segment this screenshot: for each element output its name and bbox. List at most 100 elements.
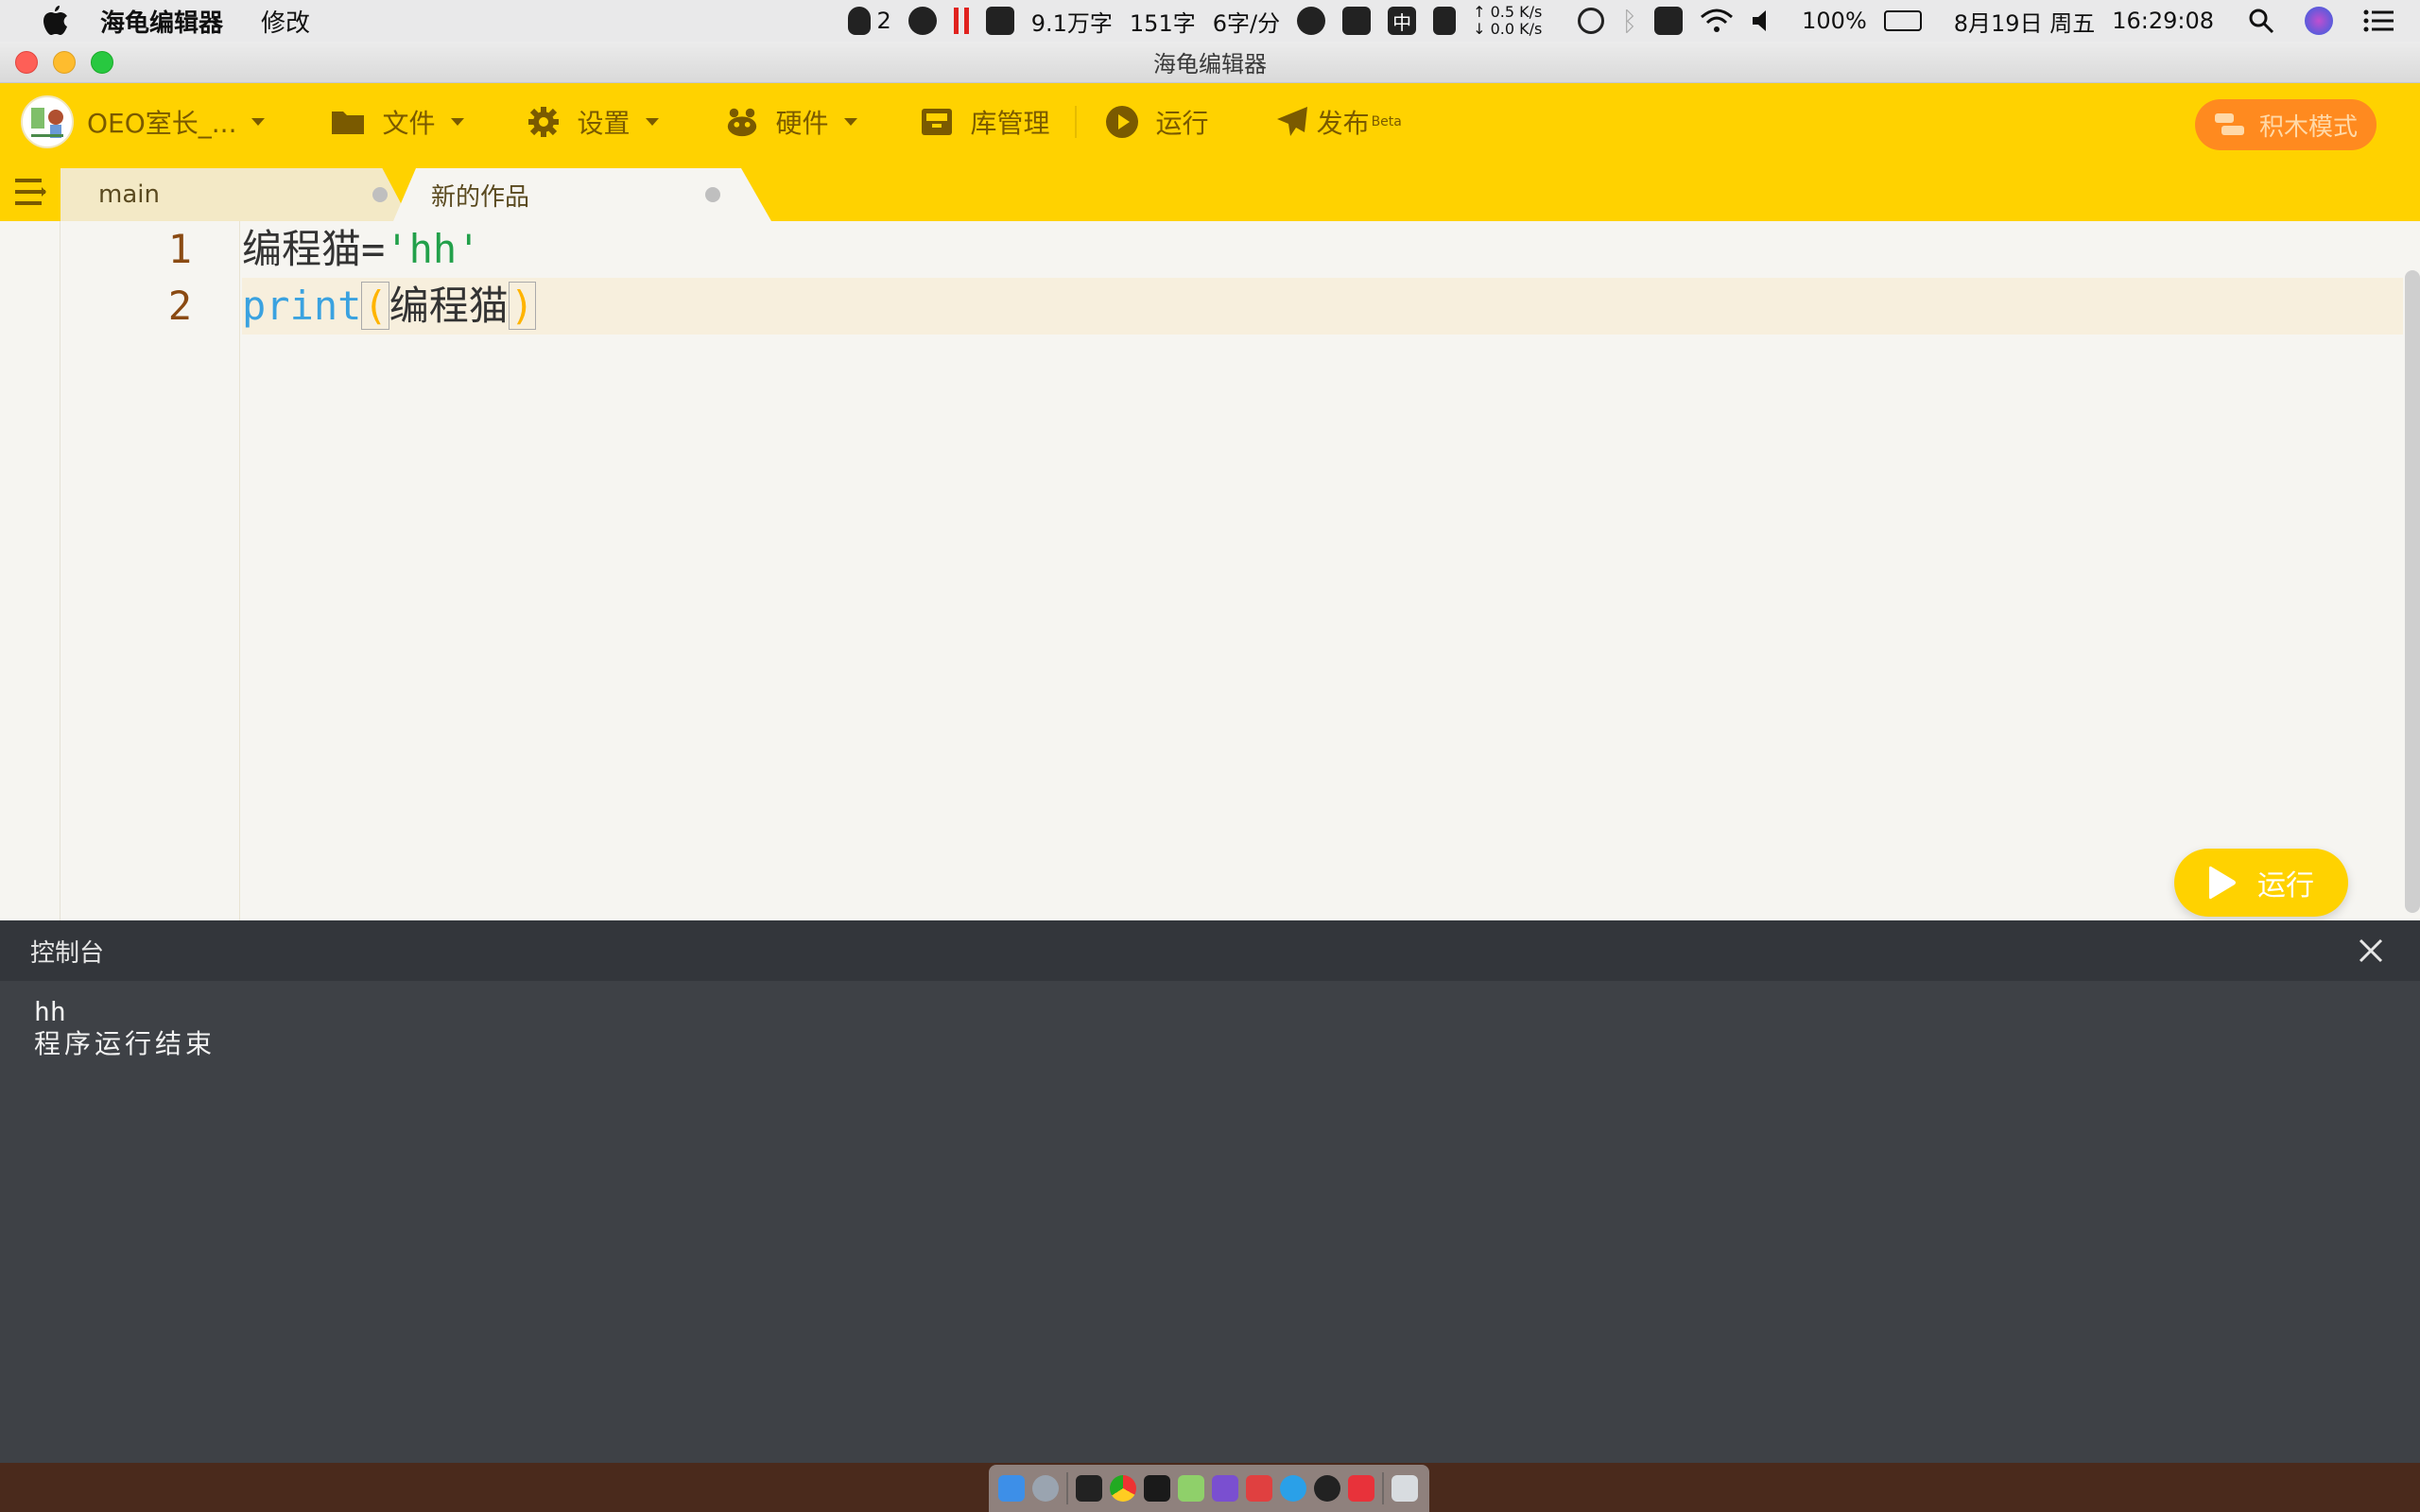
translate-app-icon[interactable]: [1280, 1475, 1306, 1502]
emoji-icon: [1297, 7, 1326, 35]
window-zoom-button[interactable]: [91, 50, 113, 74]
code-token: (: [361, 282, 389, 330]
settings-menu-label: 设置: [577, 108, 631, 139]
file-menu-label: 文件: [382, 108, 436, 139]
wifi-status[interactable]: [1700, 8, 1734, 34]
code-line-1[interactable]: 编程猫='hh': [242, 221, 480, 278]
code-token: 'hh': [385, 226, 481, 272]
launchpad-icon[interactable]: [1032, 1475, 1059, 1502]
chrome-icon[interactable]: [1110, 1475, 1136, 1502]
editor-scrollbar[interactable]: [2405, 270, 2420, 913]
code-token: print: [242, 283, 362, 329]
file-tab-bar: main 新的作品: [0, 161, 2420, 221]
traffic-lights: [15, 50, 113, 74]
inbox-icon: [920, 105, 954, 139]
code-text-area[interactable]: 编程猫='hh' print(编程猫): [242, 221, 2420, 920]
mic-status[interactable]: [1342, 7, 1372, 35]
turtle-editor-icon[interactable]: [1178, 1475, 1204, 1502]
toolbar-divider: [1074, 106, 1077, 138]
net-up: ↑ 0.5 K/s: [1473, 3, 1543, 21]
tab-close-dot[interactable]: [372, 187, 388, 202]
network-speed: ↑ 0.5 K/s ↓ 0.0 K/s: [1473, 4, 1542, 38]
user-menu[interactable]: OEO室长_...: [87, 103, 266, 141]
user-avatar[interactable]: [21, 95, 74, 148]
battery-icon: [1883, 10, 1922, 31]
hardware-menu-label: 硬件: [775, 108, 829, 139]
dock-divider: [1382, 1472, 1384, 1504]
console-title: 控制台: [30, 938, 105, 968]
activity-monitor-icon[interactable]: [1144, 1475, 1170, 1502]
menu-toggle-icon[interactable]: [13, 176, 47, 208]
shield-status[interactable]: [1433, 7, 1457, 35]
block-mode-button[interactable]: 积木模式: [2195, 99, 2377, 150]
file-menu[interactable]: 文件: [331, 103, 464, 141]
volume-status[interactable]: [1751, 9, 1773, 33]
publish-beta-tag: Beta: [1371, 114, 1402, 129]
menu-edit[interactable]: 修改: [261, 4, 310, 39]
battery-status[interactable]: [1883, 10, 1922, 31]
sogou-status[interactable]: [1654, 7, 1684, 35]
apple-icon[interactable]: [38, 4, 72, 38]
settings-menu[interactable]: 设置: [527, 103, 659, 141]
notification-center[interactable]: [2363, 9, 2394, 32]
window-close-button[interactable]: [15, 50, 38, 74]
window-minimize-button[interactable]: [53, 50, 76, 74]
run-button-label: 运行: [2257, 869, 2314, 902]
hardware-menu[interactable]: 硬件: [725, 103, 857, 141]
main-toolbar: OEO室长_... 文件 设置 硬件 库管理 运行 发布 Beta 积木模式: [0, 83, 2420, 161]
dock-divider: [1066, 1472, 1068, 1504]
gear-icon: [527, 105, 561, 139]
siri-status[interactable]: [2305, 7, 2333, 35]
spotlight-status[interactable]: [2248, 8, 2274, 34]
tab-close-dot[interactable]: [705, 187, 720, 202]
clock-date[interactable]: 8月19日 周五: [1954, 5, 2095, 38]
translate-status[interactable]: [908, 7, 937, 35]
bluetooth-status[interactable]: ᛒ: [1621, 6, 1637, 37]
app-icon[interactable]: [1246, 1475, 1272, 1502]
library-manager-label: 库管理: [970, 108, 1050, 139]
line-number: 2: [167, 283, 192, 329]
clock-time[interactable]: 16:29:08: [2112, 8, 2214, 34]
tab-main-label: main: [98, 180, 160, 209]
emoji-status[interactable]: [1297, 7, 1326, 35]
code-editor[interactable]: 1 2 编程猫='hh' print(编程猫) 运行: [0, 221, 2420, 920]
macos-dock: [989, 1465, 1429, 1512]
visual-studio-icon[interactable]: [1212, 1475, 1238, 1502]
qq-app-icon[interactable]: [1314, 1475, 1340, 1502]
time-machine-status[interactable]: [1578, 8, 1605, 34]
wps-icon[interactable]: [1348, 1475, 1374, 1502]
pause-icon: [953, 8, 969, 34]
play-icon: [2208, 865, 2237, 901]
trash-icon[interactable]: [1392, 1475, 1418, 1502]
editor-window: 海龟编辑器 OEO室长_... 文件 设置 硬件 库管理 运行 发布 Beta …: [0, 42, 2420, 1463]
siri-icon: [2305, 7, 2333, 35]
qq-status[interactable]: 2: [848, 7, 891, 35]
blocks-icon: [2214, 112, 2246, 138]
ime-status[interactable]: 中: [1388, 7, 1417, 35]
line-number-gutter: 1 2: [60, 221, 240, 920]
chevron-down-icon: [645, 118, 659, 126]
console-output[interactable]: hh 程序运行结束: [0, 981, 2420, 1075]
code-token: 编程猫: [242, 226, 362, 272]
terminal-icon[interactable]: [1076, 1475, 1102, 1502]
window-titlebar[interactable]: 海龟编辑器: [0, 42, 2420, 83]
run-button[interactable]: 运行: [2174, 849, 2348, 917]
speaker-icon: [1753, 10, 1767, 31]
menu-app-name[interactable]: 海龟编辑器: [100, 4, 223, 39]
close-icon[interactable]: [2358, 937, 2384, 964]
line-number: 1: [167, 226, 192, 272]
status-area: 2 9.1万字 151字 6字/分 中 ↑ 0.5 K/s ↓ 0.0 K/s …: [848, 0, 2420, 42]
code-line-2[interactable]: print(编程猫): [242, 278, 537, 335]
tab-main[interactable]: main: [60, 168, 410, 221]
play-circle-icon: [1105, 105, 1139, 139]
recording-status[interactable]: [953, 8, 969, 34]
console-header: 控制台: [0, 920, 2420, 981]
tab-new-work[interactable]: 新的作品: [393, 168, 771, 221]
stats-status[interactable]: [985, 7, 1014, 35]
code-token: ): [508, 282, 537, 330]
finder-icon[interactable]: [998, 1475, 1025, 1502]
library-manager-button[interactable]: 库管理: [920, 103, 1050, 141]
clock-history-icon: [1578, 8, 1605, 34]
publish-button[interactable]: 发布 Beta: [1275, 103, 1402, 141]
run-button-toolbar[interactable]: 运行: [1105, 103, 1209, 141]
